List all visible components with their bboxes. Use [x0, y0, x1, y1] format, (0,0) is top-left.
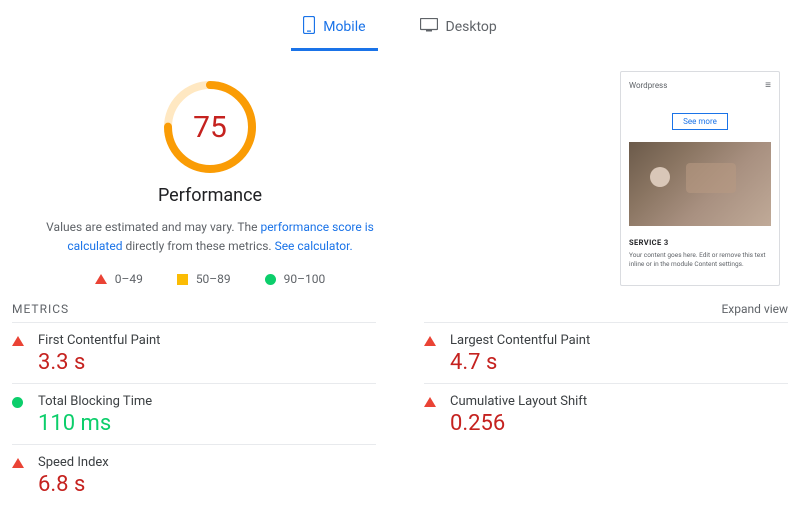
- circle-green-icon: [265, 274, 276, 285]
- gauge-column: 75 Performance Values are estimated and …: [10, 71, 410, 286]
- metric-body: Largest Contentful Paint 4.7 s: [450, 333, 788, 375]
- triangle-red-icon: [12, 333, 26, 375]
- phone-mock: Wordpress ≡ See more SERVICE 3 Your cont…: [620, 71, 780, 286]
- expand-view-link[interactable]: Expand view: [721, 302, 788, 316]
- triangle-red-icon: [12, 455, 26, 497]
- performance-description: Values are estimated and may vary. The p…: [30, 218, 390, 256]
- phone-section-title: SERVICE 3: [629, 238, 771, 247]
- desktop-icon: [420, 18, 438, 36]
- metric-value: 0.256: [450, 411, 788, 436]
- circle-green-icon: [12, 394, 26, 436]
- phone-title: Wordpress: [629, 81, 667, 90]
- metrics-heading: METRICS: [12, 302, 69, 316]
- metric-value: 3.3 s: [38, 350, 376, 375]
- phone-cta-button: See more: [672, 113, 728, 130]
- legend-poor: 0–49: [95, 272, 143, 286]
- metric-name: Cumulative Layout Shift: [450, 394, 788, 409]
- metric-value: 110 ms: [38, 411, 376, 436]
- legend-ok-label: 50–89: [196, 272, 231, 286]
- triangle-red-icon: [424, 333, 438, 375]
- metrics-grid: First Contentful Paint 3.3 s Largest Conte…: [0, 322, 800, 505]
- metric-value: 4.7 s: [450, 350, 788, 375]
- metric-body: First Contentful Paint 3.3 s: [38, 333, 376, 375]
- metric-name: First Contentful Paint: [38, 333, 376, 348]
- metric-row: Cumulative Layout Shift 0.256: [424, 383, 788, 444]
- hamburger-icon: ≡: [765, 80, 771, 91]
- metric-body: Total Blocking Time 110 ms: [38, 394, 376, 436]
- summary-row: 75 Performance Values are estimated and …: [0, 51, 800, 286]
- legend-poor-label: 0–49: [115, 272, 143, 286]
- tab-mobile[interactable]: Mobile: [291, 8, 377, 51]
- metric-row: First Contentful Paint 3.3 s: [12, 322, 376, 383]
- metric-value: 6.8 s: [38, 472, 376, 497]
- metric-row: Largest Contentful Paint 4.7 s: [424, 322, 788, 383]
- desc-text-2: directly from these metrics.: [122, 239, 274, 253]
- metric-name: Total Blocking Time: [38, 394, 376, 409]
- legend-ok: 50–89: [177, 272, 231, 286]
- metric-name: Largest Contentful Paint: [450, 333, 788, 348]
- performance-gauge: 75: [162, 79, 258, 175]
- metric-row: Total Blocking Time 110 ms: [12, 383, 376, 444]
- phone-header: Wordpress ≡: [629, 80, 771, 91]
- device-tabs: Mobile Desktop: [0, 0, 800, 51]
- phone-image: [629, 142, 771, 226]
- metric-body: Speed Index 6.8 s: [38, 455, 376, 497]
- tab-mobile-label: Mobile: [323, 19, 365, 35]
- calculator-link[interactable]: See calculator.: [275, 239, 353, 253]
- tab-desktop[interactable]: Desktop: [408, 8, 509, 51]
- performance-label: Performance: [158, 185, 262, 206]
- triangle-red-icon: [95, 274, 107, 284]
- mobile-icon: [303, 16, 315, 38]
- score-legend: 0–49 50–89 90–100: [95, 272, 326, 286]
- square-orange-icon: [177, 274, 188, 285]
- performance-score: 75: [162, 79, 258, 175]
- metric-body: Cumulative Layout Shift 0.256: [450, 394, 788, 436]
- screenshot-preview: Wordpress ≡ See more SERVICE 3 Your cont…: [434, 71, 790, 286]
- phone-section-desc: Your content goes here. Edit or remove t…: [629, 251, 771, 269]
- triangle-red-icon: [424, 394, 438, 436]
- desc-text: Values are estimated and may vary. The: [46, 220, 260, 234]
- legend-good: 90–100: [265, 272, 326, 286]
- metric-name: Speed Index: [38, 455, 376, 470]
- tab-desktop-label: Desktop: [446, 19, 497, 35]
- metrics-header-row: METRICS Expand view: [0, 286, 800, 322]
- metric-row: Speed Index 6.8 s: [12, 444, 376, 505]
- legend-good-label: 90–100: [284, 272, 326, 286]
